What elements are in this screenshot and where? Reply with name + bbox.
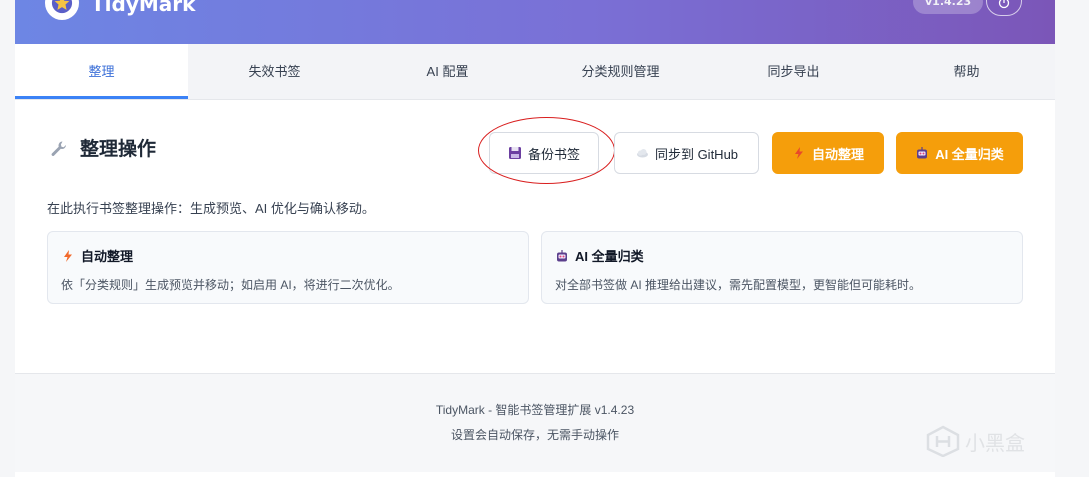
auto-label: 自动整理 [811, 146, 864, 162]
ai-classify-button[interactable]: AI 全量归类 [896, 132, 1023, 174]
tab-help[interactable]: 帮助 [880, 44, 1053, 99]
robot-icon [557, 249, 567, 261]
card-text: 依「分类规则」生成预览并移动；如启用 AI，将进行二次优化。 [61, 278, 400, 292]
section-title: 整理操作 [80, 139, 157, 160]
wrench-icon [51, 141, 66, 156]
lightning-icon [794, 147, 803, 159]
cloud-icon [636, 149, 648, 158]
card-title: 自动整理 [61, 246, 133, 265]
app-title: TidyMark [91, 0, 196, 16]
footer: TidyMark - 智能书签管理扩展 v1.4.23 设置会自动保存，无需手动… [15, 373, 1055, 472]
footer-autosave-text: 设置会自动保存，无需手动操作 [450, 428, 619, 442]
theme-toggle-button[interactable] [986, 0, 1022, 16]
watermark-text: 小黑盒 [965, 430, 1025, 455]
tab-ai-config[interactable]: AI 配置 [361, 44, 534, 99]
options-panel: TidyMark v1.4.23 整理 失效书签 AI 配置 分类规则管理 同步… [15, 0, 1055, 477]
heybox-logo-icon [926, 425, 960, 457]
sync-label: 同步到 GitHub [654, 146, 739, 162]
lightning-icon [64, 249, 72, 262]
watermark: 小黑盒 [925, 425, 1025, 457]
card-title-text: 自动整理 [81, 249, 134, 264]
logo-icon [45, 0, 79, 20]
tab-bar: 整理 失效书签 AI 配置 分类规则管理 同步导出 帮助 [15, 44, 1055, 100]
tab-sync-export[interactable]: 同步导出 [707, 44, 880, 99]
sync-github-button[interactable]: 同步到 GitHub [614, 132, 759, 174]
power-icon [998, 0, 1010, 9]
version-badge: v1.4.23 [913, 0, 984, 14]
tab-category-rules[interactable]: 分类规则管理 [534, 44, 707, 99]
footer-version-text: TidyMark - 智能书签管理扩展 v1.4.23 [435, 403, 635, 417]
ai-classify-card: AI 全量归类 对全部书签做 AI 推理给出建议，需先配置模型，更智能但可能耗时… [541, 231, 1023, 304]
auto-organize-button[interactable]: 自动整理 [772, 132, 884, 174]
app-header: TidyMark v1.4.23 [15, 0, 1055, 44]
tab-dead-bookmarks[interactable]: 失效书签 [188, 44, 361, 99]
ai-label: AI 全量归类 [935, 146, 1004, 162]
card-title: AI 全量归类 [555, 246, 644, 265]
section-description: 在此执行书签整理操作：生成预览、AI 优化与确认移动。 [47, 201, 375, 216]
tab-organize[interactable]: 整理 [15, 44, 188, 99]
card-title-text: AI 全量归类 [575, 249, 644, 264]
card-text: 对全部书签做 AI 推理给出建议，需先配置模型，更智能但可能耗时。 [555, 278, 922, 292]
annotation-circle [478, 117, 615, 184]
robot-icon [917, 147, 928, 159]
auto-organize-card: 自动整理 依「分类规则」生成预览并移动；如启用 AI，将进行二次优化。 [47, 231, 529, 304]
